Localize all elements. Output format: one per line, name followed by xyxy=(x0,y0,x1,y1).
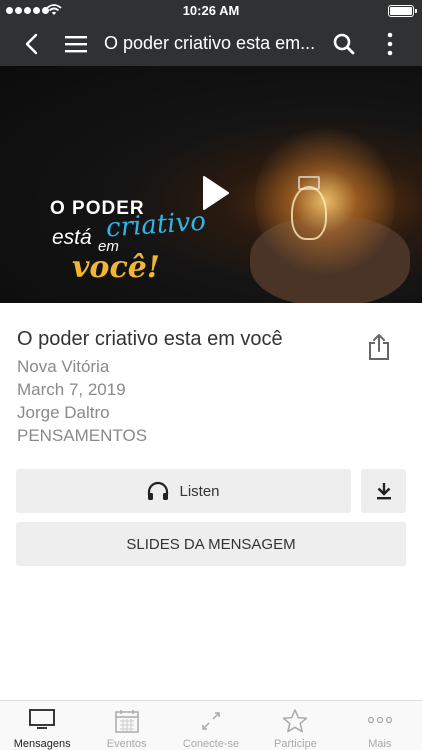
more-vertical-icon[interactable] xyxy=(376,30,404,58)
tab-mensagens[interactable]: Mensagens xyxy=(0,701,84,750)
message-title: O poder criativo esta em você xyxy=(17,328,283,350)
tab-bar: Mensagens Eventos Conecte-se Participe M… xyxy=(0,700,422,750)
message-info: O poder criativo esta em você Nova Vitór… xyxy=(17,328,357,445)
slides-button[interactable]: SLIDES DA MENSAGEM xyxy=(16,522,406,566)
star-icon xyxy=(283,709,308,733)
brand-word-esta: está xyxy=(52,226,92,249)
tab-label: Participe xyxy=(274,738,317,750)
brand-word-voce: você! xyxy=(72,250,160,285)
tab-label: Conecte-se xyxy=(182,738,240,750)
message-series: PENSAMENTOS xyxy=(17,426,148,445)
tab-participe[interactable]: Participe xyxy=(253,701,337,750)
more-dots-icon xyxy=(367,716,392,724)
slides-label: SLIDES DA MENSAGEM xyxy=(126,535,296,553)
connect-arrows-icon xyxy=(202,712,220,730)
download-icon xyxy=(376,483,391,500)
headphones-icon xyxy=(148,481,169,500)
status-time: 10:26 AM xyxy=(182,3,240,18)
battery-icon xyxy=(388,5,417,17)
calendar-icon xyxy=(114,710,139,733)
listen-button[interactable]: Listen xyxy=(16,469,351,513)
tab-label: Mensagens xyxy=(13,738,71,750)
status-bar: 10:26 AM xyxy=(0,0,422,22)
video-hero[interactable]: O PODER criativo está em você! xyxy=(0,66,422,303)
download-button[interactable] xyxy=(361,469,406,513)
tv-icon xyxy=(29,709,56,729)
play-icon[interactable] xyxy=(186,165,242,221)
navigation-bar: O poder criativo esta em... xyxy=(0,22,422,66)
hamburger-menu-icon[interactable] xyxy=(62,30,90,58)
message-speaker: Jorge Daltro xyxy=(17,403,110,422)
back-arrow-icon[interactable] xyxy=(18,30,46,58)
message-location: Nova Vitória xyxy=(17,357,110,376)
light-bulb-image xyxy=(291,186,327,240)
tab-label: Mais xyxy=(368,738,392,750)
tab-conecte-se[interactable]: Conecte-se xyxy=(169,701,253,750)
top-bar: 10:26 AM O poder criativo esta em... xyxy=(0,0,422,66)
listen-label: Listen xyxy=(179,482,220,500)
message-date: March 7, 2019 xyxy=(17,380,126,399)
share-icon[interactable] xyxy=(366,333,392,361)
search-icon[interactable] xyxy=(330,30,358,58)
tab-label: Eventos xyxy=(106,738,147,750)
tab-mais[interactable]: Mais xyxy=(338,701,422,750)
tab-eventos[interactable]: Eventos xyxy=(84,701,168,750)
page-title: O poder criativo esta em... xyxy=(104,33,316,53)
